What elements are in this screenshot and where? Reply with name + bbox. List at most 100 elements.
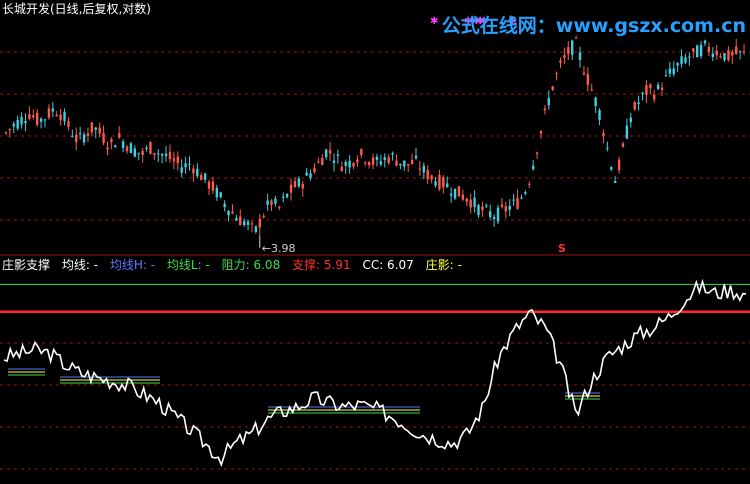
- legend-resistance: 阻力: 6.08: [221, 258, 281, 272]
- candle-body-154: [606, 147, 609, 149]
- candle-body-17: [71, 135, 74, 137]
- candle-body-183: [719, 56, 722, 58]
- candle-body-25: [102, 133, 105, 143]
- candle-body-46: [184, 163, 187, 168]
- candle-body-8: [35, 112, 39, 125]
- candle-body-44: [176, 156, 179, 164]
- candle-body-80: [317, 161, 320, 163]
- candle-body-82: [324, 149, 328, 158]
- candle-body-99: [391, 153, 394, 155]
- candle-body-77: [305, 172, 308, 176]
- candle-body-94: [371, 157, 375, 165]
- candle-body-48: [192, 168, 195, 174]
- candle-body-155: [610, 167, 613, 170]
- candle-body-132: [520, 197, 523, 199]
- candle-body-81: [321, 157, 324, 166]
- candle-body-136: [535, 152, 539, 154]
- candle-body-26: [106, 147, 109, 150]
- candle-body-57: [227, 210, 230, 216]
- candle-body-59: [235, 217, 238, 221]
- candle-body-39: [157, 153, 160, 155]
- candle-body-51: [203, 173, 207, 180]
- candle-body-90: [356, 159, 359, 163]
- indicator-legend: 庄影支撑 均线: - 均线H: - 均线L: - 阻力: 6.08 支撑: 5.…: [2, 258, 470, 272]
- candle-body-151: [594, 97, 597, 107]
- chart-canvas: ✱ ✱ ✱✱✱ ✱S: [0, 16, 750, 470]
- candle-body-159: [625, 125, 629, 139]
- candle-body-23: [94, 127, 97, 130]
- candle-body-33: [133, 148, 137, 157]
- candle-body-61: [242, 221, 246, 225]
- legend-cc: CC: 6.07: [362, 258, 414, 272]
- candle-body-45: [180, 167, 183, 173]
- candle-body-187: [735, 46, 738, 54]
- candle-body-58: [231, 211, 234, 214]
- candle-body-175: [688, 56, 691, 58]
- candle-body-75: [297, 178, 301, 187]
- candle-body-21: [86, 133, 90, 137]
- candle-body-182: [715, 50, 718, 56]
- candle-body-106: [418, 168, 422, 170]
- candle-body-181: [711, 53, 715, 58]
- candle-body-141: [555, 73, 558, 75]
- candle-body-55: [219, 192, 222, 198]
- candle-body-173: [680, 56, 683, 64]
- candle-body-103: [406, 163, 410, 166]
- sell-signal-label: S: [558, 242, 566, 255]
- candle-body-18: [75, 134, 78, 142]
- candle-body-188: [738, 51, 742, 53]
- candle-body-52: [207, 181, 211, 189]
- candle-body-157: [617, 159, 621, 171]
- candle-body-119: [469, 199, 472, 208]
- candle-body-32: [129, 143, 133, 153]
- candle-body-87: [344, 161, 347, 166]
- candle-body-179: [703, 40, 707, 44]
- candle-body-68: [270, 200, 273, 205]
- candle-body-64: [254, 226, 258, 232]
- candle-body-83: [328, 150, 332, 154]
- candle-body-49: [196, 168, 199, 177]
- candle-body-2: [12, 123, 15, 127]
- candle-body-130: [512, 199, 515, 201]
- candle-body-70: [278, 206, 281, 208]
- candle-body-38: [153, 153, 156, 155]
- candle-body-43: [172, 158, 176, 162]
- candle-body-0: [4, 132, 8, 134]
- candle-body-69: [274, 198, 277, 204]
- candle-body-3: [16, 119, 19, 129]
- candle-body-137: [539, 130, 543, 134]
- candle-body-156: [613, 181, 617, 184]
- candle-body-72: [285, 193, 289, 198]
- candle-body-101: [399, 163, 402, 166]
- candle-body-150: [590, 89, 593, 91]
- signal-marker-0: ✱: [430, 16, 438, 27]
- candle-body-138: [543, 108, 547, 111]
- candle-body-15: [63, 112, 66, 122]
- candle-body-122: [481, 206, 484, 211]
- candle-body-153: [602, 132, 605, 136]
- candle-body-186: [731, 51, 734, 56]
- candle-body-31: [125, 146, 129, 152]
- candle-body-67: [266, 200, 269, 205]
- candle-body-116: [457, 186, 461, 197]
- candle-body-22: [90, 122, 94, 133]
- candle-body-4: [20, 116, 23, 125]
- candle-body-1: [8, 128, 12, 130]
- candle-body-120: [473, 197, 476, 208]
- candle-body-127: [500, 204, 504, 207]
- candle-body-89: [352, 163, 355, 167]
- candle-body-7: [32, 115, 35, 118]
- candle-body-62: [246, 221, 250, 225]
- candle-body-88: [348, 160, 351, 168]
- candle-body-172: [676, 62, 679, 66]
- candle-body-79: [313, 167, 316, 173]
- candle-body-76: [301, 183, 304, 189]
- cc-line: [3, 278, 747, 468]
- candle-body-16: [67, 120, 70, 127]
- legend-zhuangying-support: 庄影支撑: [2, 258, 51, 272]
- candle-body-131: [516, 197, 519, 209]
- candle-body-164: [645, 85, 648, 95]
- candle-body-118: [465, 198, 468, 202]
- candle-body-185: [727, 50, 730, 61]
- candle-body-108: [426, 169, 429, 180]
